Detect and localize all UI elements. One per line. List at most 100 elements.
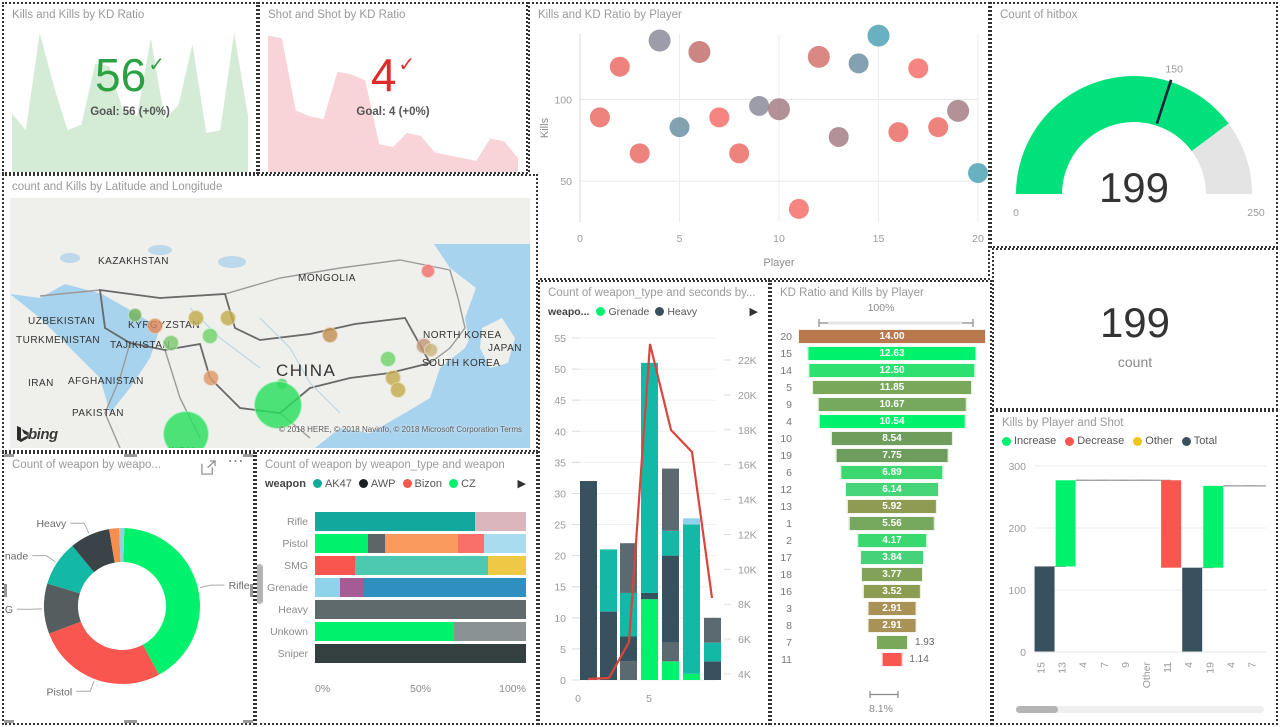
map-bubble[interactable] (202, 328, 218, 344)
scatter-plot[interactable]: 50 100 0 5 10 15 20 Player Kills (530, 22, 988, 274)
map-bubble[interactable] (424, 343, 438, 357)
funnel-bar[interactable]: 12.63 (807, 346, 977, 361)
combo-chart[interactable]: 555045403530252015105022K20K18K16K14K12K… (540, 330, 768, 724)
funnel-row[interactable]: 8 2.91 (776, 617, 986, 634)
funnel-row[interactable]: 4 10.54 (776, 413, 986, 430)
funnel-bar[interactable]: 4.17 (857, 533, 927, 548)
map-bubble[interactable] (203, 370, 219, 386)
funnel-bar[interactable]: 14.00 (798, 329, 986, 344)
map-tile[interactable]: count and Kills by Latitude and Longitud… (2, 174, 538, 452)
map-bubble[interactable] (128, 308, 142, 322)
donut-chart[interactable]: Rifle Pistol SMG Grenade Heavy (4, 478, 253, 724)
gauge-hitbox-tile[interactable]: Count of hitbox 150 199 0 250 (990, 2, 1278, 248)
kpi-kills-tile[interactable]: Kills and Kills by KD Ratio 56 ✓ Goal: 56… (2, 2, 258, 174)
stackedbar-vscrollbar[interactable] (257, 564, 263, 604)
stackedbar-segment[interactable] (458, 534, 484, 553)
funnel-bar[interactable] (876, 635, 908, 650)
waterfall-kills-tile[interactable]: Kills by Player and Shot Increase Decreas… (992, 410, 1278, 725)
stackedbar-legend[interactable]: weapon AK47 AWP Bizon CZ ▶ (257, 471, 536, 491)
donut-weapon-tile[interactable]: Count of weapon by weapo... ⋯ Rifle Pisto… (2, 452, 255, 725)
stackedbar-segment[interactable] (315, 600, 526, 619)
funnel-row[interactable]: 9 10.67 (776, 396, 986, 413)
more-options-icon[interactable]: ⋯ (228, 454, 246, 470)
funnel-row[interactable]: 17 3.84 (776, 549, 986, 566)
map-bubble[interactable] (147, 318, 163, 334)
funnel-bar[interactable]: 12.50 (808, 363, 976, 378)
waterfall-hscrollbar[interactable] (1016, 706, 1264, 713)
funnel-bar[interactable]: 6.89 (840, 465, 944, 480)
map-bubble[interactable] (380, 351, 396, 367)
stackedbar-segment[interactable] (340, 578, 364, 597)
map-bubble[interactable] (390, 382, 406, 398)
funnel-bar[interactable]: 6.14 (845, 482, 939, 497)
stackedbar-row[interactable]: Grenade (261, 578, 526, 597)
funnel-row[interactable]: 5 11.85 (776, 379, 986, 396)
legend-item[interactable]: Other (1133, 435, 1173, 447)
stackedbar-row[interactable]: Pistol (261, 534, 526, 553)
resize-handle-tc[interactable] (124, 454, 137, 457)
funnel-kd-kills-tile[interactable]: KD Ratio and Kills by Player 100% 20 14.0… (770, 280, 992, 725)
funnel-bar[interactable]: 5.56 (848, 516, 936, 531)
stackedbar-segment[interactable] (454, 622, 526, 641)
resize-handle-tr[interactable] (243, 454, 253, 457)
legend-next-arrow-icon[interactable]: ▶ (518, 477, 526, 490)
funnel-bar[interactable]: 3.52 (862, 584, 922, 599)
stackedbar-row[interactable]: Unkown (261, 622, 526, 641)
legend-item[interactable]: AWP (358, 478, 396, 490)
kpi-shot-tile[interactable]: Shot and Shot by KD Ratio 4 ✓ Goal: 4 (+0… (258, 2, 528, 174)
funnel-row[interactable]: 15 12.63 (776, 345, 986, 362)
legend-item[interactable]: Bizon (402, 478, 442, 490)
funnel-row[interactable]: 3 2.91 (776, 600, 986, 617)
funnel-bar[interactable]: 5.92 (846, 499, 938, 514)
combo-weapontype-seconds-tile[interactable]: Count of weapon_type and seconds by... w… (538, 280, 770, 725)
gauge-visual[interactable]: 150 199 0 250 (992, 24, 1276, 246)
stackedbar-row[interactable]: SMG (261, 556, 526, 575)
resize-handle-bl[interactable] (4, 720, 14, 723)
resize-handle-ml[interactable] (4, 584, 7, 597)
legend-item[interactable]: Grenade (596, 306, 649, 318)
funnel-row[interactable]: 1 5.56 (776, 515, 986, 532)
stackedbar-segment[interactable] (363, 578, 526, 597)
waterfall-hscroll-thumb[interactable] (1016, 706, 1058, 713)
legend-item[interactable]: Heavy (655, 306, 697, 318)
stackedbar-segment[interactable] (483, 534, 526, 553)
stackedbar-segment[interactable] (315, 534, 368, 553)
funnel-row[interactable]: 19 7.75 (776, 447, 986, 464)
stackedbar-segment[interactable] (315, 556, 356, 575)
stackedbar-row[interactable]: Sniper (261, 644, 526, 663)
funnel-bar[interactable]: 11.85 (812, 380, 972, 395)
stackedbar-segment[interactable] (367, 534, 385, 553)
funnel-bar[interactable]: 10.54 (818, 414, 966, 429)
legend-item[interactable]: Decrease (1065, 435, 1124, 447)
map-bubble[interactable] (188, 310, 204, 326)
stackedbar-segment[interactable] (315, 644, 526, 663)
stackedbar-segment[interactable] (315, 578, 341, 597)
funnel-bar[interactable]: 2.91 (867, 601, 917, 616)
funnel-bar[interactable]: 3.77 (860, 567, 924, 582)
funnel-bar[interactable]: 3.84 (860, 550, 924, 565)
bing-map[interactable]: KAZAKHSTAN MONGOLIA UZBEKISTAN KYRGYZSTAN TU… (10, 198, 530, 448)
funnel-row[interactable]: 10 8.54 (776, 430, 986, 447)
resize-handle-tl[interactable] (4, 454, 14, 457)
funnel-bar[interactable]: 10.67 (817, 397, 967, 412)
legend-item[interactable]: Total (1181, 435, 1217, 447)
funnel-row[interactable]: 7 1.93 (776, 634, 986, 651)
stackedbar-weapon-tile[interactable]: Count of weapon by weapon_type and weapo… (255, 452, 538, 725)
legend-item[interactable]: CZ (449, 478, 476, 490)
resize-handle-br[interactable] (243, 720, 253, 723)
funnel-row[interactable]: 16 3.52 (776, 583, 986, 600)
funnel-row[interactable]: 18 3.77 (776, 566, 986, 583)
stackedbar-segment[interactable] (475, 512, 526, 531)
legend-item[interactable]: AK47 (312, 478, 352, 490)
funnel-row[interactable]: 13 5.92 (776, 498, 986, 515)
funnel-row[interactable]: 2 4.17 (776, 532, 986, 549)
map-bubble[interactable] (322, 327, 338, 343)
funnel-bar[interactable]: 2.91 (867, 618, 917, 633)
bing-logo[interactable]: bing (16, 426, 58, 443)
map-bubble[interactable] (163, 335, 179, 351)
funnel-row[interactable]: 20 14.00 (776, 328, 986, 345)
funnel-row[interactable]: 12 6.14 (776, 481, 986, 498)
funnel-bar[interactable]: 8.54 (830, 431, 954, 446)
combo-legend-next-arrow-icon[interactable]: ▶ (750, 305, 758, 318)
focus-mode-icon[interactable] (200, 460, 216, 475)
